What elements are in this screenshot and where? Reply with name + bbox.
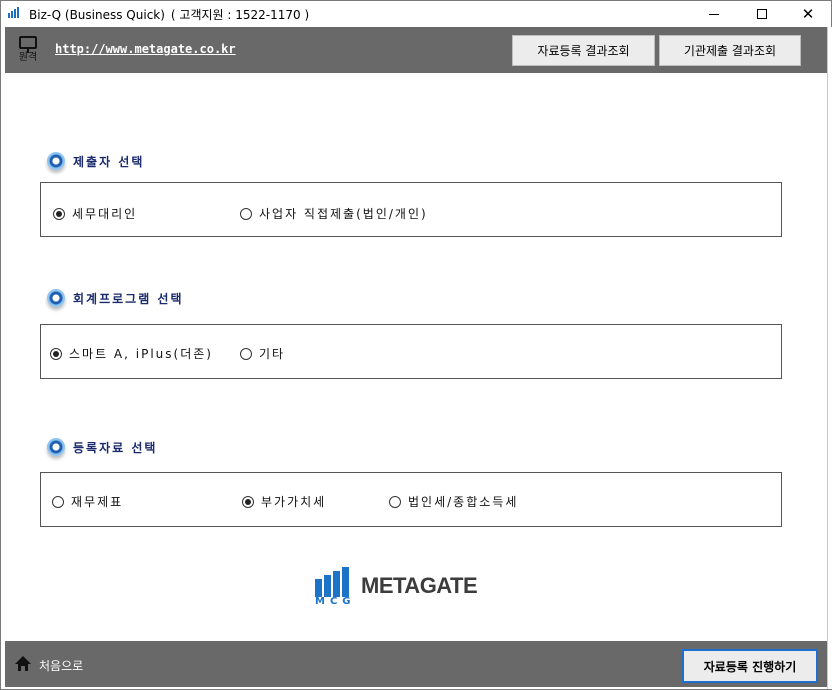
- section-title-text: 회계프로그램 선택: [73, 291, 184, 306]
- registration-results-button[interactable]: 자료등록 결과조회: [512, 35, 655, 66]
- top-toolbar: 원격 http://www.metagate.co.kr 자료등록 결과조회 기…: [5, 27, 827, 73]
- logo-name-text: METAGATE: [361, 573, 478, 598]
- logo-mcg-text: MCG: [315, 596, 356, 607]
- data-options-box: 재무제표 부가가치세 법인세/종합소득세: [40, 472, 782, 527]
- home-icon[interactable]: [15, 656, 31, 672]
- remote-label: 원격: [18, 52, 38, 63]
- radio-label: 법인세/종합소득세: [408, 495, 519, 509]
- proceed-registration-button[interactable]: 자료등록 진행하기: [682, 649, 818, 683]
- radio-button[interactable]: [240, 347, 252, 360]
- minimize-button[interactable]: [691, 1, 737, 27]
- data-section-title: 등록자료 선택: [47, 435, 157, 459]
- radio-label: 부가가치세: [261, 495, 327, 509]
- section-title-text: 등록자료 선택: [73, 440, 158, 455]
- metagate-logo: MCG METAGATE: [315, 567, 490, 609]
- maximize-icon: [757, 9, 767, 19]
- circle-bullet-icon: [47, 438, 65, 456]
- submitter-options-box: 세무대리인 사업자 직접제출(법인/개인): [40, 182, 782, 237]
- radio-button[interactable]: [389, 495, 401, 508]
- remote-support-button[interactable]: 원격: [16, 36, 40, 66]
- circle-bullet-icon: [47, 152, 65, 170]
- radio-button-selected[interactable]: [242, 495, 254, 508]
- radio-button-selected[interactable]: [50, 347, 62, 360]
- radio-label: 기타: [259, 347, 286, 361]
- app-title: Biz-Q (Business Quick): [29, 8, 165, 22]
- program-options-box: 스마트 A, iPlus(더존) 기타: [40, 324, 782, 379]
- radio-button-selected[interactable]: [53, 207, 65, 220]
- radio-label: 재무제표: [71, 495, 124, 509]
- circle-bullet-icon: [47, 289, 65, 307]
- go-first-link[interactable]: 처음으로: [39, 657, 83, 674]
- bottom-toolbar: 처음으로 자료등록 진행하기: [5, 641, 827, 687]
- radio-vat[interactable]: 부가가치세: [242, 493, 326, 510]
- agency-submission-results-button[interactable]: 기관제출 결과조회: [659, 35, 801, 66]
- title-bar: Biz-Q (Business Quick) ( 고객지원 : 1522-1170…: [1, 1, 831, 27]
- radio-other-program[interactable]: 기타: [240, 345, 285, 362]
- radio-direct-submit[interactable]: 사업자 직접제출(법인/개인): [240, 205, 428, 222]
- radio-button[interactable]: [52, 495, 64, 508]
- radio-label: 스마트 A, iPlus(더존): [69, 347, 213, 361]
- radio-label: 세무대리인: [72, 207, 138, 221]
- radio-label: 사업자 직접제출(법인/개인): [259, 207, 428, 221]
- right-border: [827, 27, 832, 689]
- radio-smart-a[interactable]: 스마트 A, iPlus(더존): [50, 345, 213, 362]
- program-section-title: 회계프로그램 선택: [47, 286, 184, 310]
- submitter-section-title: 제출자 선택: [47, 149, 144, 173]
- monitor-icon: [19, 36, 37, 53]
- maximize-button[interactable]: [739, 1, 785, 27]
- radio-button[interactable]: [240, 207, 252, 220]
- website-link[interactable]: http://www.metagate.co.kr: [55, 42, 236, 56]
- app-window: Biz-Q (Business Quick) ( 고객지원 : 1522-1170…: [0, 0, 832, 690]
- radio-financial-statements[interactable]: 재무제표: [52, 493, 123, 510]
- close-button[interactable]: ✕: [785, 1, 831, 27]
- logo-bars-icon: [315, 567, 353, 597]
- minimize-icon: [709, 13, 719, 15]
- window-title: Biz-Q (Business Quick) ( 고객지원 : 1522-1170…: [29, 6, 309, 23]
- close-icon: ✕: [801, 5, 815, 23]
- radio-income-tax[interactable]: 법인세/종합소득세: [389, 493, 518, 510]
- bar-chart-icon: [8, 7, 22, 21]
- radio-tax-agent[interactable]: 세무대리인: [53, 205, 137, 222]
- section-title-text: 제출자 선택: [73, 154, 145, 169]
- support-info: ( 고객지원 : 1522-1170 ): [170, 8, 310, 22]
